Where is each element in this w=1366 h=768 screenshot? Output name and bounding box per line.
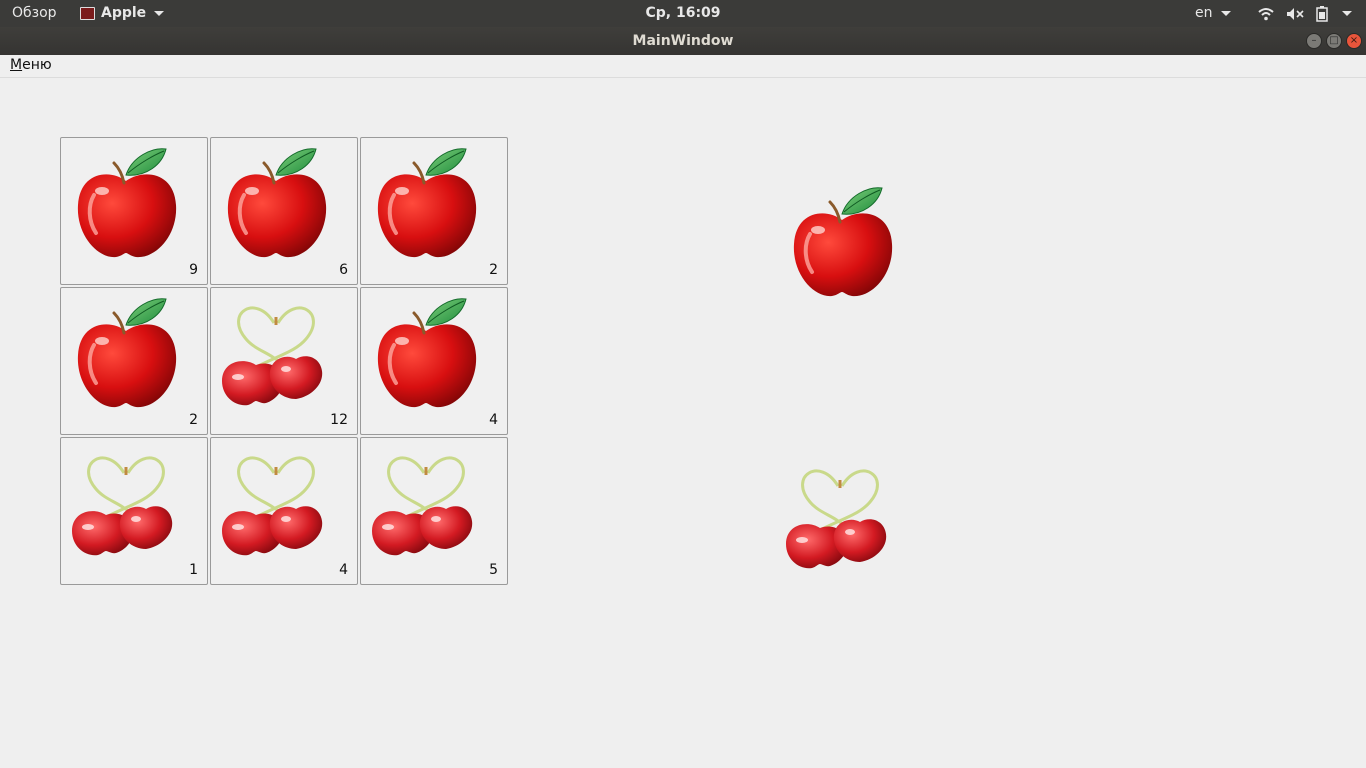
cell-count: 2 <box>189 412 198 428</box>
cell-count: 9 <box>189 262 198 278</box>
fruit-cell[interactable]: 9 <box>60 137 208 285</box>
fruit-cell[interactable]: 2 <box>60 287 208 435</box>
menu-bar: Меню <box>0 55 1366 78</box>
fruit-cell[interactable]: 4 <box>210 437 358 585</box>
language-label: en <box>1195 5 1213 21</box>
minimize-button[interactable]: – <box>1306 33 1322 49</box>
apple-image <box>366 143 486 263</box>
apple-image <box>66 143 186 263</box>
cell-count: 12 <box>330 412 348 428</box>
cell-count: 1 <box>189 562 198 578</box>
top-bar: Обзор Apple Ср, 16:09 en <box>0 0 1366 27</box>
fruit-cell[interactable]: 5 <box>360 437 508 585</box>
cell-count: 4 <box>489 412 498 428</box>
cell-count: 2 <box>489 262 498 278</box>
menu-label: еню <box>22 57 52 73</box>
apple-image <box>216 143 336 263</box>
cell-count: 6 <box>339 262 348 278</box>
fruit-cell[interactable]: 4 <box>360 287 508 435</box>
cherry-image <box>66 443 186 563</box>
fruit-cell[interactable]: 1 <box>60 437 208 585</box>
menu-mnemonic: М <box>10 57 23 73</box>
language-selector[interactable]: en <box>1195 0 1231 27</box>
cherry-image <box>366 443 486 563</box>
chevron-down-icon <box>1220 11 1231 16</box>
volume-muted-icon <box>1287 7 1304 20</box>
cherry-image <box>216 293 336 413</box>
chevron-down-icon <box>1342 11 1352 16</box>
fruit-cell[interactable]: 12 <box>210 287 358 435</box>
wifi-icon <box>1258 7 1274 20</box>
cherry-image <box>216 443 336 563</box>
preview-cherry-image <box>780 456 900 576</box>
maximize-button[interactable]: □ <box>1326 33 1342 49</box>
apple-image <box>366 293 486 413</box>
preview-apple-image <box>782 182 902 302</box>
cell-count: 5 <box>489 562 498 578</box>
apple-image <box>66 293 186 413</box>
cell-count: 4 <box>339 562 348 578</box>
clock[interactable]: Ср, 16:09 <box>0 0 1366 27</box>
system-tray[interactable] <box>1258 0 1352 27</box>
fruit-cell[interactable]: 6 <box>210 137 358 285</box>
window-title: MainWindow <box>632 33 734 49</box>
close-button[interactable]: × <box>1346 33 1362 49</box>
menu-item-menu[interactable]: Меню <box>10 57 52 73</box>
fruit-cell[interactable]: 2 <box>360 137 508 285</box>
battery-icon <box>1316 5 1328 22</box>
window-title-bar[interactable]: MainWindow – □ × <box>0 27 1366 55</box>
